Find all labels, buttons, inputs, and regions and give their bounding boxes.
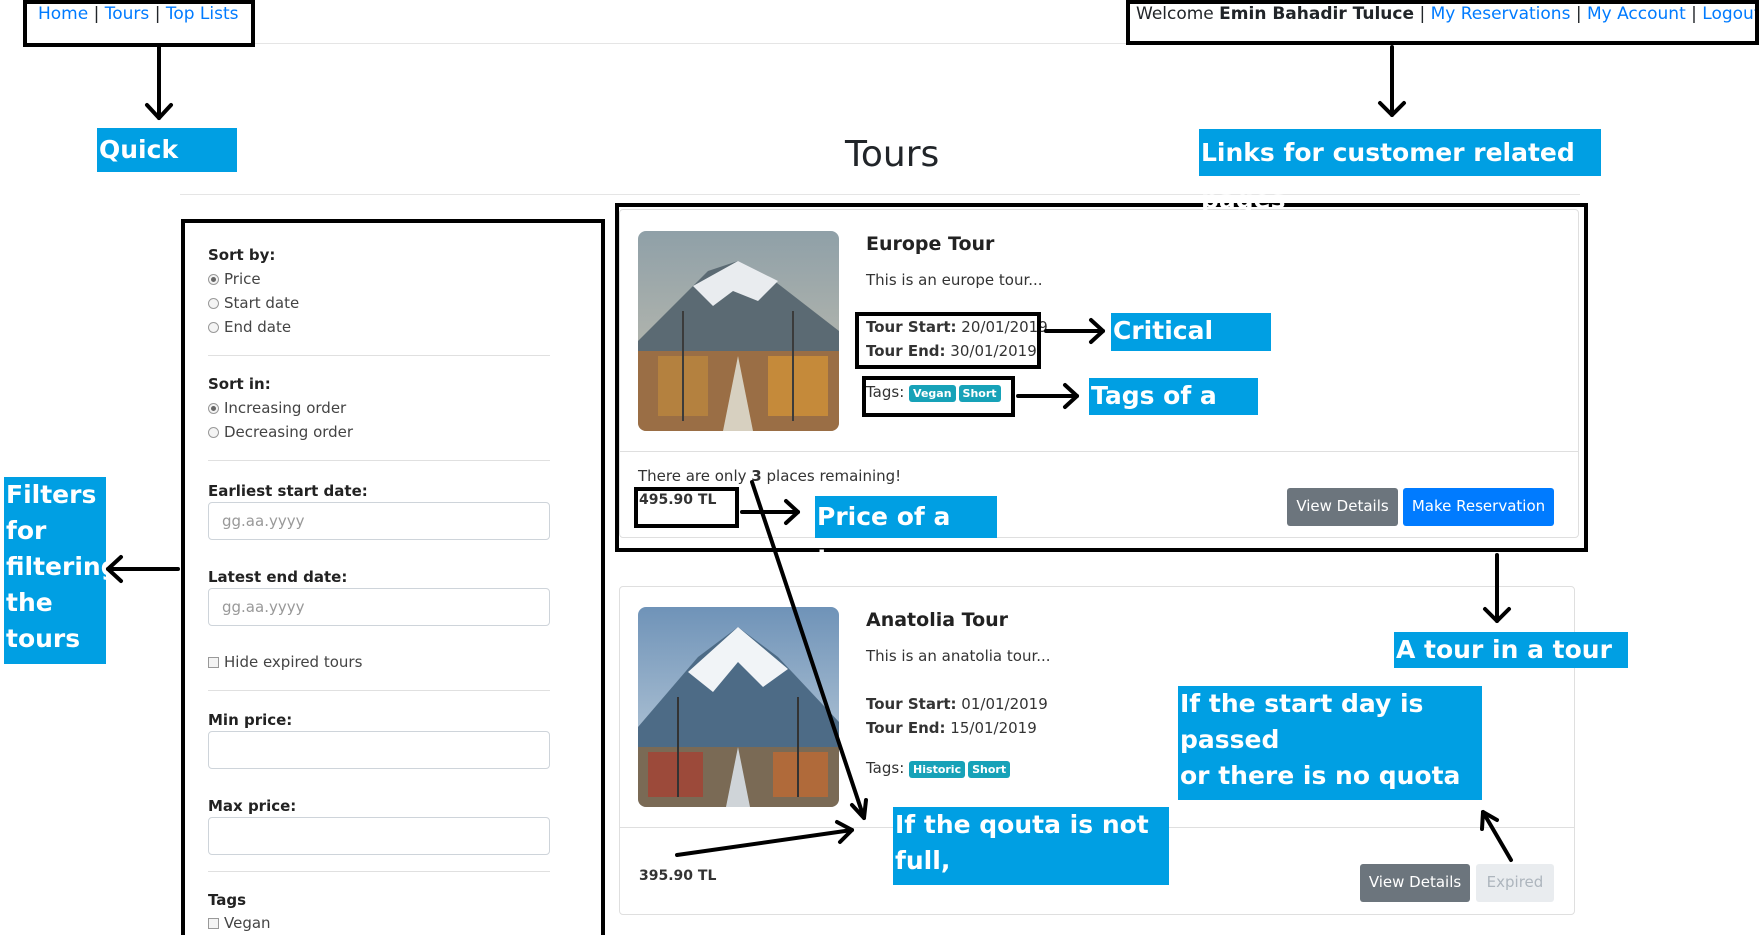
arrow-line xyxy=(675,828,854,857)
annotation-arrows xyxy=(106,45,1513,862)
arrow-line xyxy=(750,480,866,820)
